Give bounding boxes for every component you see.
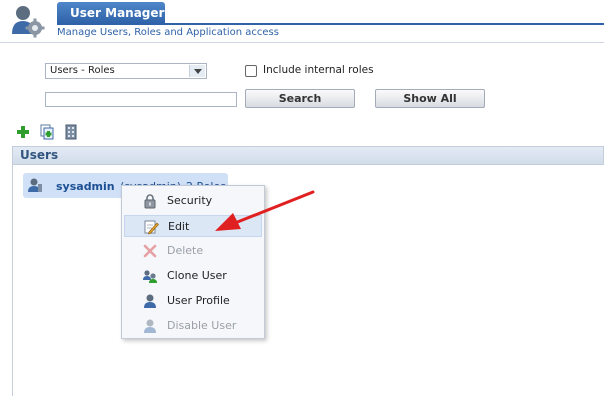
header-divider [0,42,604,43]
menu-item-disable-user[interactable]: Disable User [124,315,262,337]
show-all-button[interactable]: Show All [375,89,485,108]
menu-item-label: Edit [168,220,190,233]
search-input[interactable] [45,92,237,107]
add-icon[interactable] [16,124,30,140]
annotation-arrow [215,190,315,231]
view-select-value: Users - Roles [50,65,115,76]
menu-item-label: Delete [167,244,204,257]
include-internal-roles-checkbox[interactable] [245,65,257,77]
menu-item-delete[interactable]: Delete [124,240,262,262]
page-title: User Manager [57,2,165,24]
disable-user-icon [144,319,156,333]
user-profile-icon [144,294,156,308]
menu-item-label: Disable User [167,319,237,332]
page-subtitle: Manage Users, Roles and Application acce… [57,27,279,38]
menu-item-user-profile[interactable]: User Profile [124,290,262,312]
menu-item-label: User Profile [167,294,230,307]
search-button[interactable]: Search [245,89,355,108]
user-icon [28,178,42,192]
delete-icon [143,244,157,258]
edit-icon [144,220,159,235]
menu-item-clone-user[interactable]: Clone User [124,265,262,287]
user-gear-icon [12,6,45,38]
clone-user-icon [143,270,157,283]
user-name[interactable]: sysadmin [56,180,115,193]
include-internal-roles-label: Include internal roles [263,64,374,76]
view-select[interactable]: Users - Roles [45,63,207,79]
building-icon[interactable] [64,124,78,140]
chevron-down-icon[interactable] [189,65,205,77]
users-panel-header: Users [12,146,604,165]
copy-icon[interactable] [40,124,54,140]
menu-item-label: Clone User [167,269,227,282]
lock-icon [144,194,156,209]
title-rule [57,23,604,25]
